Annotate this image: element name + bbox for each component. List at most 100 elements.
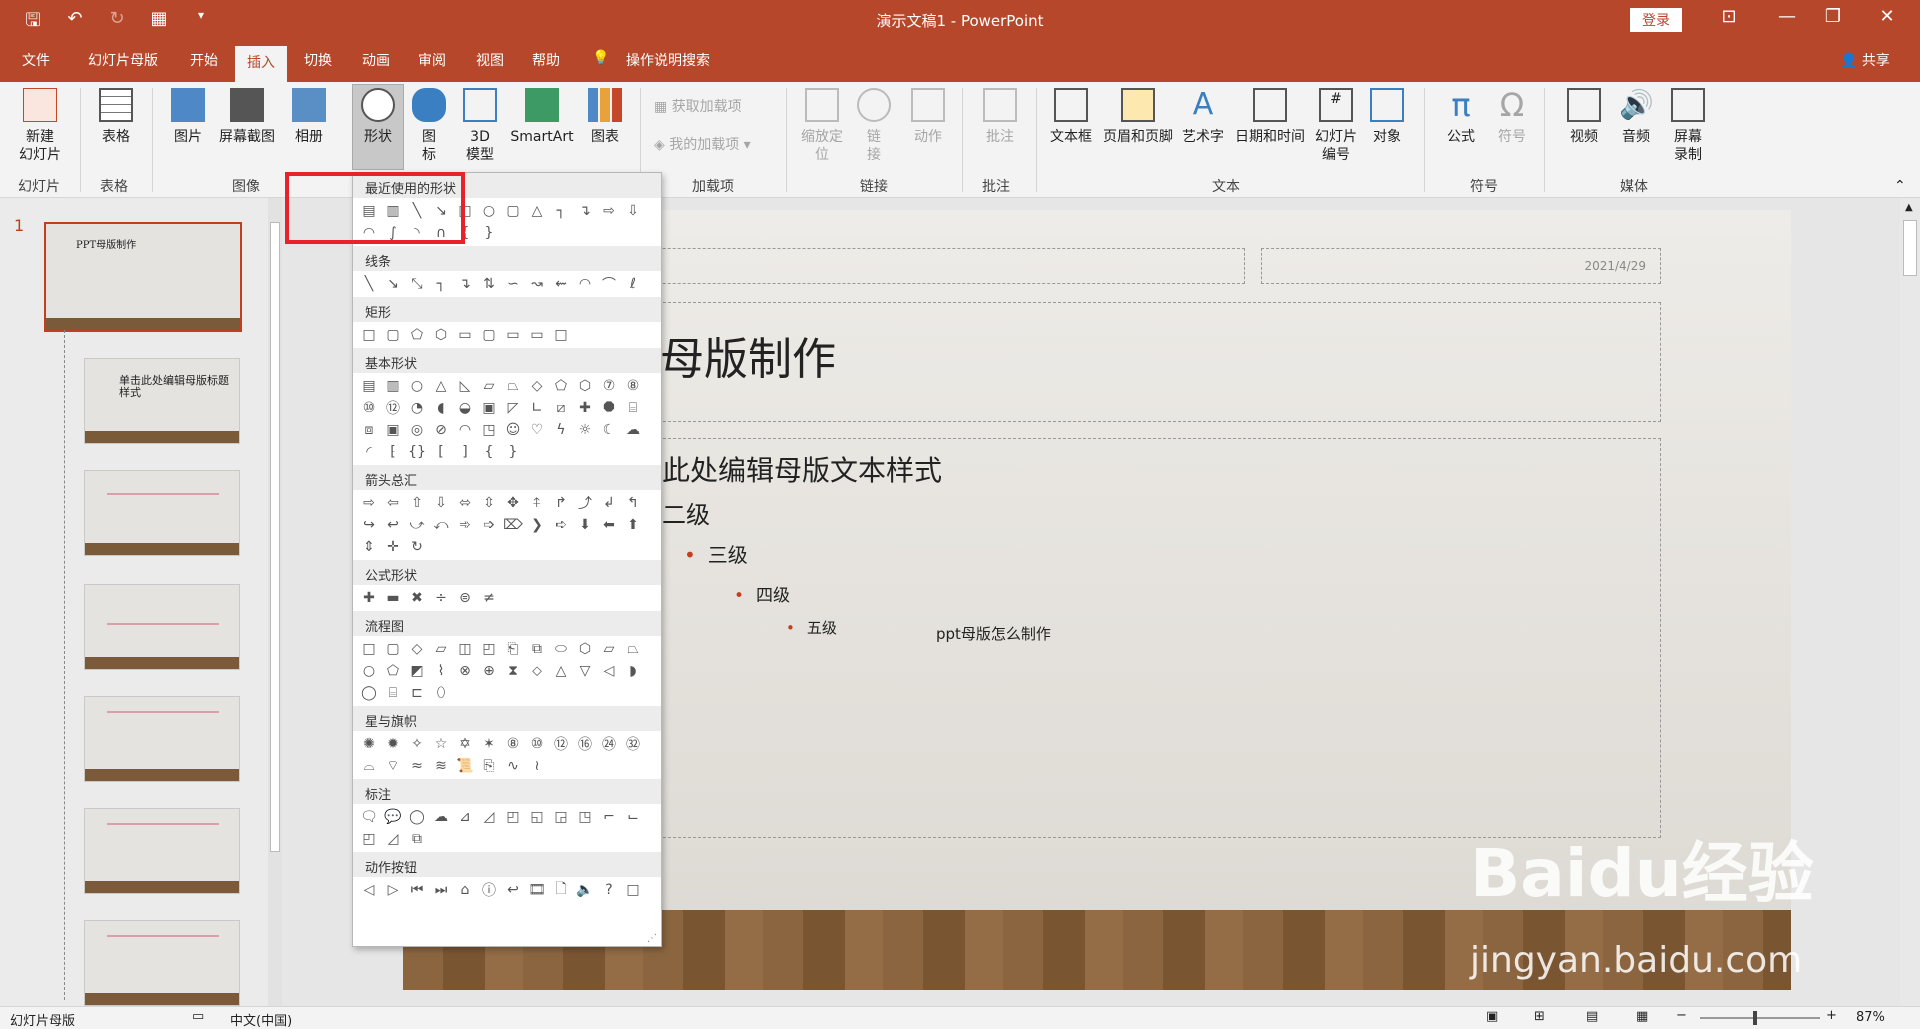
plus-shape-icon[interactable]: ✚	[359, 588, 379, 608]
layout-thumbnail[interactable]: 单击此处编辑母版标题样式	[84, 358, 240, 444]
elbow-arrow-icon[interactable]: ↴	[455, 274, 475, 294]
cross-shape-icon[interactable]: ✚	[575, 398, 595, 418]
scroll-up-icon[interactable]: ▲	[1905, 202, 1913, 213]
double-wave-icon[interactable]: ≀	[527, 756, 547, 776]
action-button[interactable]: 动作	[906, 88, 950, 146]
audio-button[interactable]: 🔊 音频	[1614, 88, 1658, 146]
right-arrow-shape-icon[interactable]: ⇨	[599, 201, 619, 221]
movie-button-icon[interactable]: 🎞	[527, 880, 547, 900]
tab-review[interactable]: 审阅	[418, 50, 446, 70]
bent-arrow-shape-icon[interactable]: ↱	[551, 493, 571, 513]
circular-arrow-icon[interactable]: ↻	[407, 537, 427, 557]
screen-record-button[interactable]: 屏幕 录制	[1664, 88, 1712, 164]
wave-shape-icon[interactable]: ∿	[503, 756, 523, 776]
horizontal-scroll-icon[interactable]: ⎘	[479, 756, 499, 776]
cloud-callout-icon[interactable]: ☁	[431, 807, 451, 827]
up-down-callout-icon[interactable]: ⇕	[359, 537, 379, 557]
display-shape-icon[interactable]: ⬯	[431, 683, 451, 703]
curved-down-arrow-icon[interactable]: ⤺	[431, 515, 451, 535]
accent-callout-icon[interactable]: ◲	[551, 807, 571, 827]
stored-data-icon[interactable]: ◁	[599, 661, 619, 681]
star8-shape-icon[interactable]: ⑧	[503, 734, 523, 754]
can-shape-icon[interactable]: ⌸	[623, 398, 643, 418]
zoom-slider[interactable]	[1700, 1011, 1820, 1025]
triangle-shape-icon[interactable]: △	[431, 376, 451, 396]
scribble-shape-icon[interactable]: ℓ	[623, 274, 643, 294]
manual-input-icon[interactable]: ⏥	[599, 639, 619, 659]
layout-thumbnail[interactable]	[84, 470, 240, 556]
freeform-shape-icon[interactable]: ⌒	[599, 274, 619, 294]
layout-thumbnail[interactable]	[84, 584, 240, 670]
thumbnail-scrollbar[interactable]	[268, 198, 282, 1006]
notched-arrow-icon[interactable]: ➩	[479, 515, 499, 535]
oval-shape-icon[interactable]: ○	[479, 201, 499, 221]
tab-animations[interactable]: 动画	[362, 50, 390, 70]
smartart-button[interactable]: SmartArt	[506, 88, 578, 146]
vertical-scroll-icon[interactable]: 📜	[455, 756, 475, 776]
layout-thumbnail[interactable]	[84, 808, 240, 894]
border-callout-icon[interactable]: ⌙	[623, 807, 643, 827]
summing-junction-icon[interactable]: ⊗	[455, 661, 475, 681]
rounded-rect-shape-icon[interactable]: ▢	[383, 325, 403, 345]
save-icon[interactable]: 🖫	[20, 8, 46, 38]
extract-shape-icon[interactable]: △	[551, 661, 571, 681]
decagon-shape-icon[interactable]: ⑩	[359, 398, 379, 418]
teardrop-shape-icon[interactable]: ◒	[455, 398, 475, 418]
icons-button[interactable]: 图 标	[410, 88, 448, 164]
star4-shape-icon[interactable]: ✧	[407, 734, 427, 754]
table-button[interactable]: 表格	[94, 88, 138, 146]
down-callout-arrow-icon[interactable]: ⬇	[575, 515, 595, 535]
cube-shape-icon[interactable]: ⧈	[359, 420, 379, 440]
right-bracket-icon[interactable]: ]	[455, 442, 475, 462]
return-button-icon[interactable]: ↩	[503, 880, 523, 900]
beginning-button-icon[interactable]: ⏮	[407, 880, 427, 900]
pentagon-arrow-icon[interactable]: ⌦	[503, 515, 523, 535]
up-down-arrow-shape-icon[interactable]: ⇳	[479, 493, 499, 513]
striped-arrow-icon[interactable]: ➾	[455, 515, 475, 535]
ribbon-display-icon[interactable]: ⊡	[1706, 6, 1752, 27]
left-callout-arrow-icon[interactable]: ⬅	[599, 515, 619, 535]
sort-shape-icon[interactable]: ⬦	[527, 661, 547, 681]
tab-transitions[interactable]: 切换	[304, 50, 332, 70]
predefined-process-icon[interactable]: ◫	[455, 639, 475, 659]
language-label[interactable]: 中文(中国)	[230, 1010, 292, 1029]
resize-grip-icon[interactable]: ⋰	[647, 933, 657, 944]
curved-left-arrow-icon[interactable]: ↩	[383, 515, 403, 535]
elbow-double-arrow-icon[interactable]: ⇅	[479, 274, 499, 294]
zoom-slider-thumb[interactable]	[1752, 1011, 1757, 1025]
slide-number-button[interactable]: # 幻灯片 编号	[1310, 88, 1362, 164]
ribbon-down-icon[interactable]: ⌔	[383, 756, 403, 776]
quad-arrow-shape-icon[interactable]: ✥	[503, 493, 523, 513]
block-arc-shape-icon[interactable]: ◠	[455, 420, 475, 440]
layout-thumbnail[interactable]	[84, 696, 240, 782]
explosion2-shape-icon[interactable]: ✹	[383, 734, 403, 754]
zoom-out-icon[interactable]: −	[1676, 1008, 1687, 1023]
parallelogram-shape-icon[interactable]: ▱	[479, 376, 499, 396]
minimize-icon[interactable]: —	[1764, 6, 1810, 27]
new-slide-button[interactable]: 新建 幻灯片	[10, 88, 70, 164]
or-shape-icon[interactable]: ⊕	[479, 661, 499, 681]
bent-up-arrow-shape-icon[interactable]: ↰	[623, 493, 643, 513]
curved-ribbon2-icon[interactable]: ≋	[431, 756, 451, 776]
rect-shape-icon[interactable]: □	[551, 325, 571, 345]
3d-model-button[interactable]: 3D 模型	[458, 88, 502, 164]
direct-access-icon[interactable]: ⊏	[407, 683, 427, 703]
manual-operation-icon[interactable]: ⏢	[623, 639, 643, 659]
arc-shape-icon[interactable]: ◜	[359, 442, 379, 462]
help-button-icon[interactable]: ?	[599, 880, 619, 900]
moon-shape-icon[interactable]: ☾	[599, 420, 619, 440]
reading-view-icon[interactable]: ▤	[1586, 1009, 1598, 1024]
sound-button-icon[interactable]: 🔈	[575, 880, 595, 900]
right-brace-icon[interactable]: }	[503, 442, 523, 462]
collapse-ribbon-icon[interactable]: ⌃	[1894, 178, 1906, 194]
star10-shape-icon[interactable]: ⑩	[527, 734, 547, 754]
pie-shape-icon[interactable]: ◔	[407, 398, 427, 418]
normal-view-icon[interactable]: ▣	[1486, 1009, 1498, 1024]
star16-shape-icon[interactable]: ⑯	[575, 734, 595, 754]
vertical-textbox-shape-icon[interactable]: ▥	[383, 376, 403, 396]
down-arrow-shape-icon[interactable]: ⇩	[623, 201, 643, 221]
magnetic-disk-icon[interactable]: ⌸	[383, 683, 403, 703]
get-addins-button[interactable]: ▦ 获取加载项	[654, 98, 774, 116]
left-brace-icon[interactable]: {	[479, 442, 499, 462]
elbow-connector-icon[interactable]: ┐	[431, 274, 451, 294]
